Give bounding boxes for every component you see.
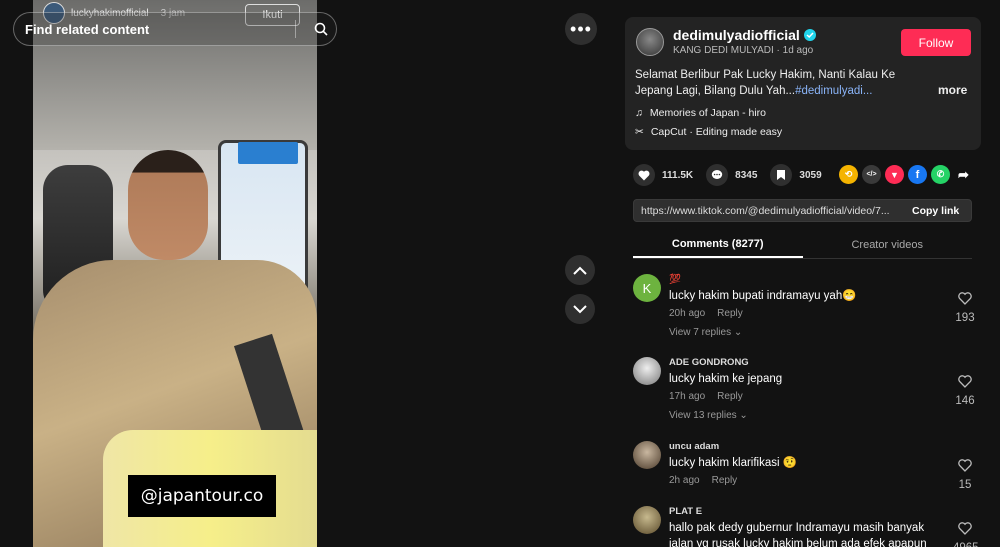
video-sign [238, 142, 298, 164]
comment-like[interactable]: 193 [953, 292, 977, 324]
video-person-head [128, 150, 208, 260]
search-bar[interactable]: Find related content [13, 12, 337, 46]
share-link-text[interactable]: https://www.tiktok.com/@dedimulyadioffic… [634, 205, 902, 217]
description-more-button[interactable]: more [938, 83, 967, 97]
search-icon[interactable] [306, 22, 336, 36]
hashtag-link[interactable]: #dedimulyadi... [795, 85, 872, 97]
music-row[interactable]: ♫ Memories of Japan - hiro [635, 107, 766, 119]
comment-tabs: Comments (8277) Creator videos [633, 231, 972, 259]
bookmark-icon[interactable] [770, 164, 793, 186]
video-caption: @japantour.co [128, 475, 276, 517]
whatsapp-icon[interactable]: ✆ [931, 165, 950, 184]
like-count: 111.5K [662, 169, 694, 181]
commenter-avatar[interactable] [633, 357, 661, 385]
embed-icon[interactable]: </> [862, 165, 881, 184]
commenter-name[interactable]: PLAT E [669, 506, 939, 517]
like-stat[interactable]: 111.5K [633, 164, 693, 186]
commenter-avatar[interactable]: K [633, 274, 661, 302]
comment-text: lucky hakim klarifikasi 🤨 [669, 457, 798, 469]
comment-count: 8345 [735, 169, 758, 181]
commenter-name[interactable]: uncu adam [669, 441, 939, 452]
comment-text: lucky hakim bupati indramayu yah😁 [669, 290, 857, 302]
reply-button[interactable]: Reply [717, 308, 743, 319]
reply-button[interactable]: Reply [712, 475, 738, 486]
tab-creator-videos[interactable]: Creator videos [803, 231, 973, 258]
verified-icon [803, 29, 816, 41]
share-arrow-icon[interactable]: ➦ [954, 165, 973, 184]
comment-like-count: 146 [955, 395, 975, 407]
chevron-up-icon [573, 266, 587, 275]
commenter-name[interactable]: ADE GONDRONG [669, 357, 939, 368]
view-replies-button[interactable]: View 7 replies ⌄ [669, 327, 939, 338]
commenter-name[interactable]: 💯 [669, 274, 939, 285]
send-icon[interactable]: ▼ [885, 165, 904, 184]
author-avatar[interactable] [636, 27, 664, 56]
heart-outline-icon[interactable] [958, 292, 972, 305]
save-stat[interactable]: 3059 [770, 164, 822, 186]
tab-comments[interactable]: Comments (8277) [633, 231, 803, 258]
capcut-row[interactable]: ✂ CapCut · Editing made easy [635, 126, 782, 138]
video-player[interactable]: @japantour.co luckyhakimofficial 3 jam I… [33, 0, 317, 547]
comment-time: 20h ago [669, 308, 706, 319]
ellipsis-icon: ••• [570, 18, 592, 39]
heart-icon[interactable] [633, 164, 655, 186]
reply-button[interactable]: Reply [717, 391, 743, 402]
follow-button[interactable]: Follow [901, 29, 971, 56]
save-count: 3059 [799, 169, 822, 181]
comment-like-count: 193 [955, 312, 975, 324]
music-title[interactable]: Memories of Japan - hiro [650, 107, 766, 119]
comment-text: hallo pak dedy gubernur Indramayu masih … [669, 522, 927, 547]
music-note-icon: ♫ [635, 107, 643, 119]
repost-icon[interactable]: ⟲ [839, 165, 858, 184]
commenter-avatar[interactable] [633, 506, 661, 534]
chevron-down-icon [573, 304, 587, 313]
search-divider [295, 20, 296, 38]
author-subtitle: KANG DEDI MULYADI · 1d ago [673, 45, 814, 56]
post-info-card: dedimulyadiofficial KANG DEDI MULYADI · … [625, 17, 981, 150]
share-link-box: https://www.tiktok.com/@dedimulyadioffic… [633, 199, 972, 222]
next-video-button[interactable] [565, 294, 595, 324]
search-input[interactable]: Find related content [14, 22, 295, 37]
heart-outline-icon[interactable] [958, 522, 972, 535]
comment-time: 17h ago [669, 391, 706, 402]
comment-like-count: 4965 [953, 542, 979, 547]
comment-text: lucky hakim ke jepang [669, 373, 783, 385]
comment-like[interactable]: 146 [953, 375, 977, 407]
facebook-icon[interactable]: f [908, 165, 927, 184]
more-options-button[interactable]: ••• [565, 13, 597, 45]
share-icons: ⟲ </> ▼ f ✆ ➦ [839, 165, 973, 184]
comment-bubble-icon[interactable] [706, 164, 729, 186]
author-block[interactable]: dedimulyadiofficial KANG DEDI MULYADI · … [636, 27, 816, 56]
commenter-avatar[interactable] [633, 441, 661, 469]
view-replies-button[interactable]: View 13 replies ⌄ [669, 410, 939, 421]
engagement-stats: 111.5K 8345 3059 [633, 164, 835, 186]
post-description: Selamat Berlibur Pak Lucky Hakim, Nanti … [635, 67, 915, 99]
previous-video-button[interactable] [565, 255, 595, 285]
heart-outline-icon[interactable] [958, 375, 972, 388]
video-stage: @japantour.co luckyhakimofficial 3 jam I… [0, 0, 608, 547]
comment-time: 2h ago [669, 475, 700, 486]
capcut-label[interactable]: CapCut · Editing made easy [651, 126, 782, 138]
copy-link-button[interactable]: Copy link [902, 205, 959, 217]
side-panel: dedimulyadiofficial KANG DEDI MULYADI · … [608, 0, 1000, 547]
capcut-icon: ✂ [635, 126, 644, 138]
comment-like[interactable]: 4965 [953, 522, 979, 547]
comment-like-count: 15 [958, 479, 972, 491]
author-name-row: dedimulyadiofficial [673, 27, 816, 43]
comment-stat[interactable]: 8345 [706, 164, 757, 186]
author-name[interactable]: dedimulyadiofficial [673, 27, 800, 43]
comment-like[interactable]: 15 [953, 459, 977, 491]
avatar-letter: K [642, 280, 652, 296]
heart-outline-icon[interactable] [958, 459, 972, 472]
